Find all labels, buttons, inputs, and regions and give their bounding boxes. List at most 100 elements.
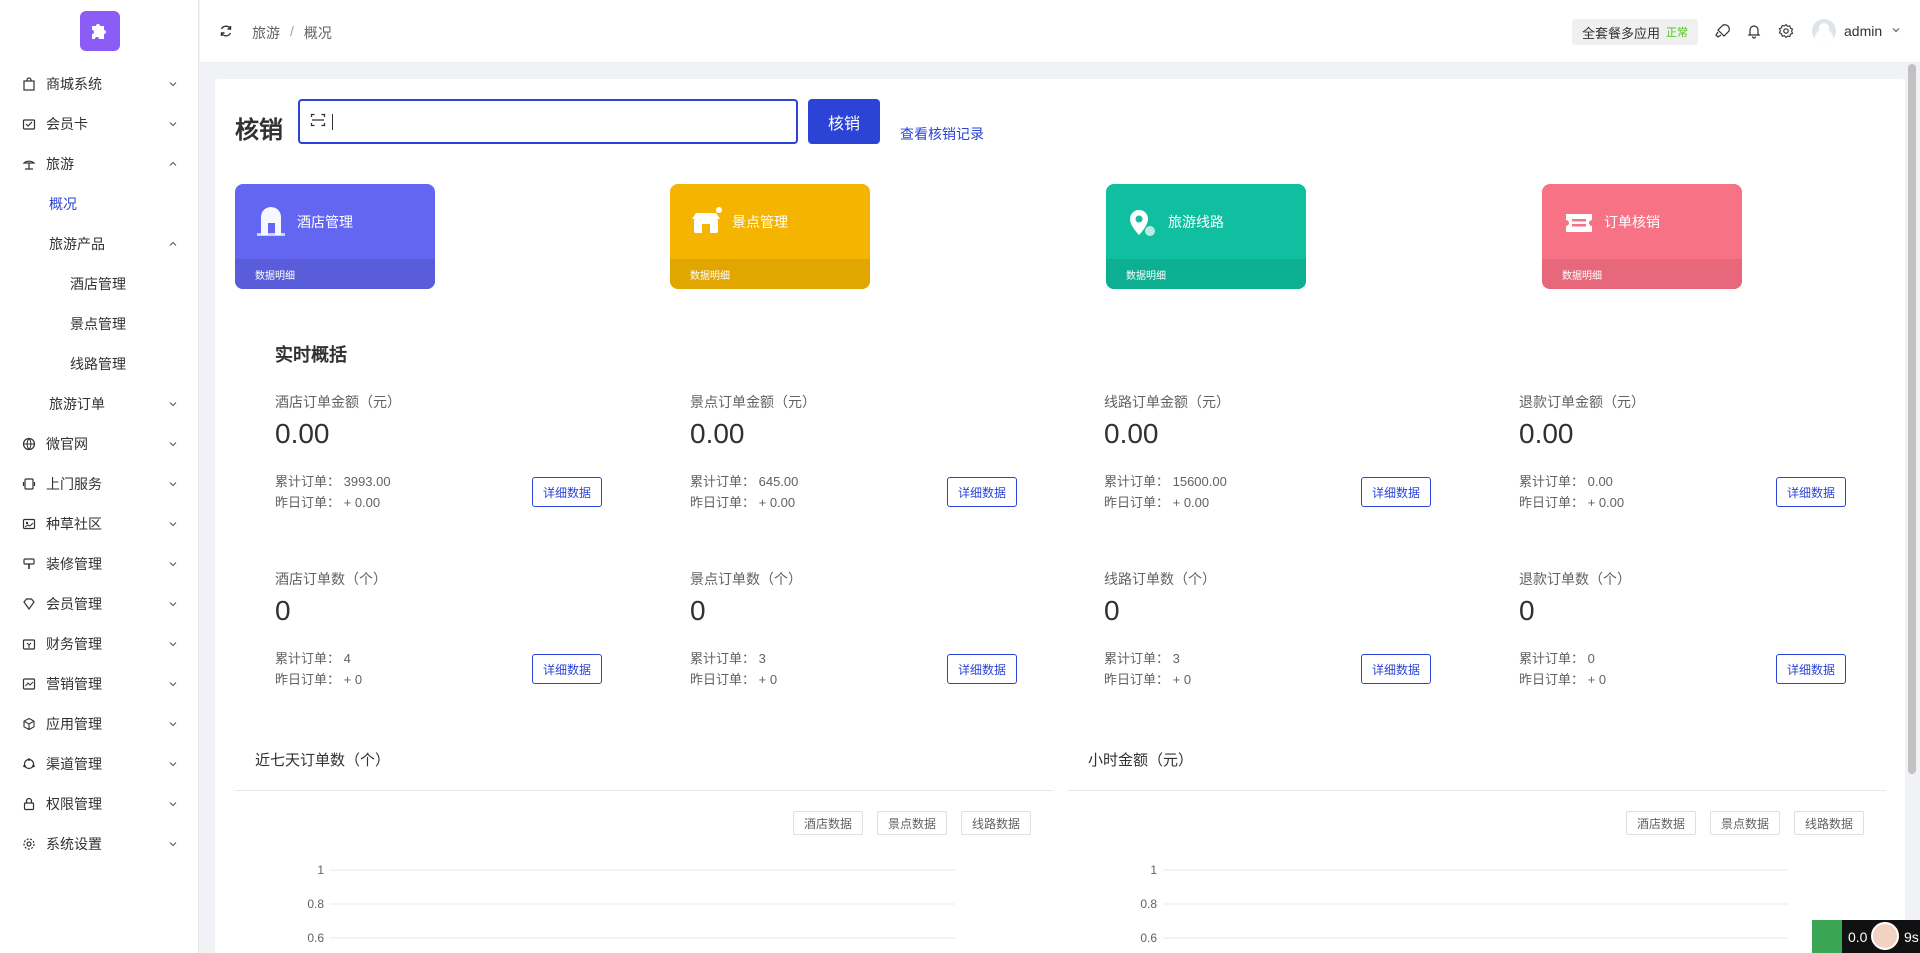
sidebar-item-marketing[interactable]: 营销管理 [0,664,199,704]
rocket-icon[interactable] [1714,23,1730,39]
trend-chart-icon [21,676,37,692]
stat-label: 酒店订单数（个） [275,571,387,587]
sidebar-menu: 商城系统 会员卡 旅游 概况 旅游产品 酒店管理 景点管理 线路管理 旅游订单 … [0,64,199,864]
stat-yesterday: 昨日订单： + 0 [690,672,778,687]
verify-code-input[interactable] [341,113,796,130]
detail-data-button[interactable]: 详细数据 [1776,477,1846,507]
refresh-icon[interactable] [219,24,233,38]
detail-data-button[interactable]: 详细数据 [532,477,602,507]
gear-icon[interactable] [1778,23,1794,39]
sidebar-item-community[interactable]: 种草社区 [0,504,199,544]
sidebar-item-permissions[interactable]: 权限管理 [0,784,199,824]
sidebar-item-travel[interactable]: 旅游 [0,144,199,184]
overview-title: 实时概括 [275,345,347,365]
sidebar-item-mall[interactable]: 商城系统 [0,64,199,104]
sidebar-item-route-management[interactable]: 线路管理 [0,344,199,384]
sidebar-item-label: 应用管理 [46,716,102,732]
orders-7day-chart: 1 0.8 0.6 [307,863,955,945]
sidebar-item-label: 会员管理 [46,596,102,612]
chevron-down-icon [167,638,179,650]
chart-tab-route[interactable]: 线路数据 [961,811,1032,835]
gear-icon [21,836,37,852]
sidebar-item-hotel-management[interactable]: 酒店管理 [0,264,199,304]
detail-data-button[interactable]: 详细数据 [1361,654,1431,684]
stat-yesterday: 昨日订单： + 0 [1519,672,1607,687]
package-badge[interactable]: 全套餐多应用 正常 [1572,19,1699,45]
beach-umbrella-icon [21,156,37,172]
chart-tab-scenic[interactable]: 景点数据 [1710,811,1781,835]
breadcrumb: 旅游 / 概况 [252,23,332,43]
stat-label: 退款订单数（个） [1519,571,1631,587]
speed-readout: 0.0 [1848,928,1868,945]
text-caret [332,113,333,130]
floating-speed-widget[interactable]: 0.0 9s [1812,920,1920,953]
sidebar-item-member-management[interactable]: 会员管理 [0,584,199,624]
verify-button[interactable]: 核销 [808,99,880,144]
sidebar-item-home-service[interactable]: 上门服务 [0,464,199,504]
sidebar-item-label: 旅游产品 [49,236,105,252]
shopping-bag-icon [21,76,37,92]
y-tick-label: 0.6 [1140,931,1157,945]
breadcrumb-item[interactable]: 旅游 [252,23,280,43]
speed-logo-icon [1812,920,1842,953]
sidebar-item-micro-site[interactable]: 微官网 [0,424,199,464]
stat-label: 酒店订单金额（元） [275,394,401,410]
image-icon [21,516,37,532]
ticket-icon [1562,205,1596,239]
stat-refund-count: 退款订单数（个） 0 累计订单： 0 昨日订单： + 0 详细数据 [1519,569,1869,699]
scrollbar[interactable] [1908,64,1916,774]
sidebar-item-label: 概况 [49,196,77,212]
sidebar-item-travel-orders[interactable]: 旅游订单 [0,384,199,424]
avatar-icon [1871,922,1899,950]
sidebar-item-app-management[interactable]: 应用管理 [0,704,199,744]
user-menu[interactable]: admin [1812,19,1902,43]
detail-data-button[interactable]: 详细数据 [947,477,1017,507]
service-icon [21,476,37,492]
chart-title: 小时金额（元） [1088,752,1194,769]
stat-yesterday: 昨日订单： + 0.00 [275,495,381,510]
stat-value: 0.00 [275,418,330,449]
chevron-down-icon [167,518,179,530]
quick-card-title: 订单核销 [1604,213,1660,230]
quick-card-hotel[interactable]: 酒店管理 数据明细 [235,184,435,289]
hotel-icon [255,205,289,239]
chart-title: 近七天订单数（个） [255,752,391,769]
verify-code-field[interactable] [298,99,798,144]
sidebar-item-member-card[interactable]: 会员卡 [0,104,199,144]
stat-total: 累计订单： 4 [275,651,351,666]
chevron-down-icon [167,438,179,450]
sidebar-item-decoration[interactable]: 装修管理 [0,544,199,584]
detail-data-button[interactable]: 详细数据 [947,654,1017,684]
chart-tab-hotel[interactable]: 酒店数据 [1626,811,1697,835]
chart-tab-route[interactable]: 线路数据 [1794,811,1865,835]
chevron-down-icon [167,838,179,850]
breadcrumb-separator: / [290,23,294,39]
quick-card-scenic[interactable]: 景点管理 数据明细 [670,184,870,289]
chart-tab-scenic[interactable]: 景点数据 [877,811,948,835]
bell-icon[interactable] [1746,23,1762,39]
chart-tab-hotel[interactable]: 酒店数据 [793,811,864,835]
quick-card-footer: 数据明细 [1106,259,1306,289]
scan-icon[interactable] [310,112,326,131]
package-status: 正常 [1666,27,1689,39]
detail-data-button[interactable]: 详细数据 [1361,477,1431,507]
sidebar-item-label: 种草社区 [46,516,102,532]
detail-data-button[interactable]: 详细数据 [532,654,602,684]
sidebar-item-scenic-management[interactable]: 景点管理 [0,304,199,344]
sidebar-item-finance[interactable]: 财务管理 [0,624,199,664]
sidebar-item-overview[interactable]: 概况 [0,184,199,224]
sidebar-item-travel-products[interactable]: 旅游产品 [0,224,199,264]
chevron-down-icon [167,398,179,410]
cube-icon [21,716,37,732]
sidebar-item-channel[interactable]: 渠道管理 [0,744,199,784]
quick-card-order-verify[interactable]: 订单核销 数据明细 [1542,184,1742,289]
quick-card-route[interactable]: 旅游线路 数据明细 [1106,184,1306,289]
verify-records-link[interactable]: 查看核销记录 [900,124,984,144]
chevron-down-icon [1890,23,1902,39]
y-tick-label: 1 [317,863,324,877]
sidebar-item-system-settings[interactable]: 系统设置 [0,824,199,864]
sidebar-item-label: 会员卡 [46,116,88,132]
app-logo[interactable] [80,11,120,51]
y-tick-label: 0.8 [1140,897,1157,911]
detail-data-button[interactable]: 详细数据 [1776,654,1846,684]
